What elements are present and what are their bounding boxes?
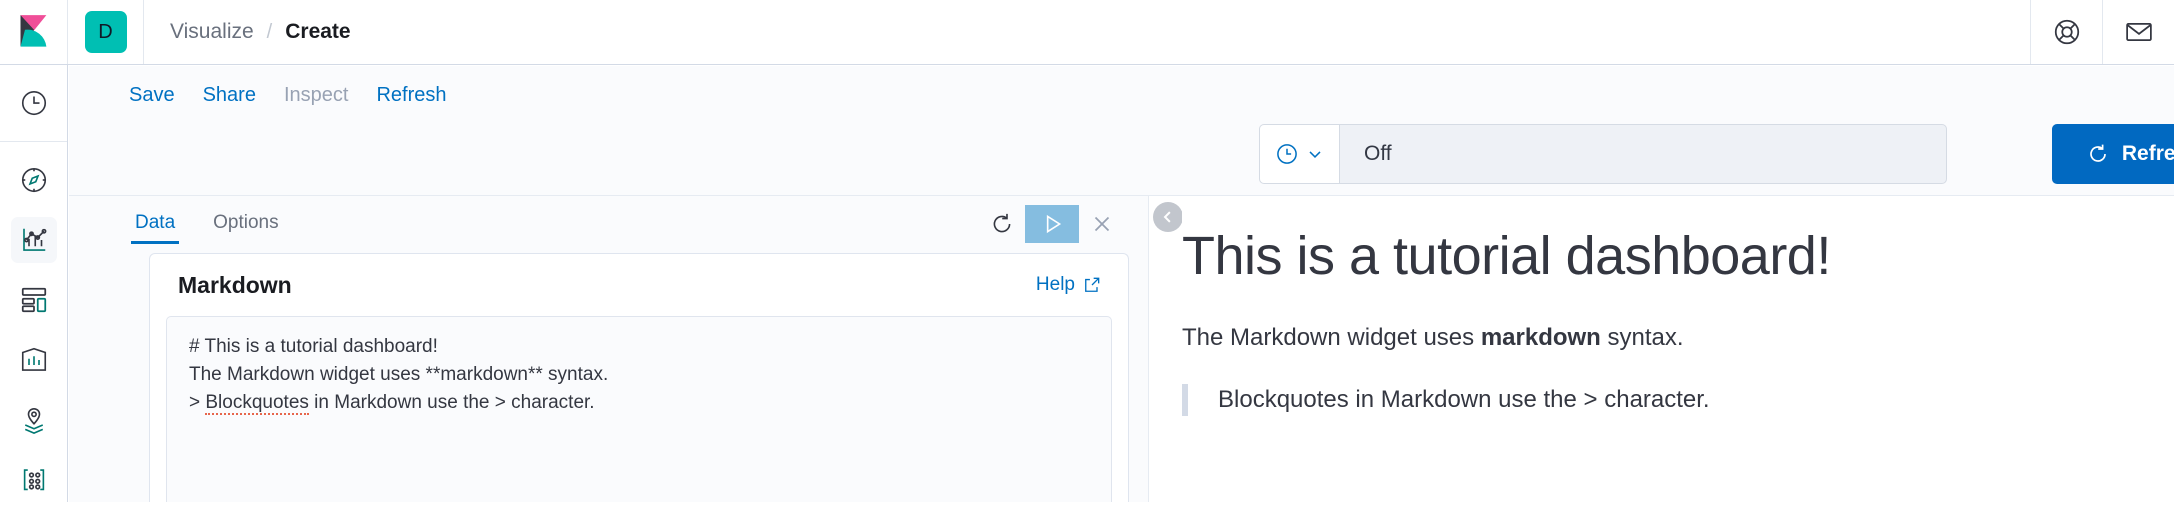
- preview-paragraph-bold: markdown: [1480, 324, 1601, 351]
- toolbar-actions: Save Share Inspect Refresh: [129, 84, 446, 107]
- breadcrumb-create: Create: [285, 20, 351, 43]
- visualize-app-toolbar: Save Share Inspect Refresh Off Refresh: [69, 66, 2174, 196]
- preview-paragraph: The Markdown widget uses markdown syntax…: [1182, 322, 2134, 354]
- map-pin-layers-icon: [24, 407, 43, 435]
- visualization-editor-panel: Data Options Markdown Help # This is a t…: [69, 196, 1149, 502]
- tab-options[interactable]: Options: [199, 196, 292, 250]
- sidebar-item-machine-learning[interactable]: [0, 450, 67, 510]
- refresh-icon: [993, 213, 1011, 233]
- clock-icon: [1277, 144, 1297, 164]
- kibana-logo: [20, 15, 46, 47]
- canvas-frame-icon: [21, 347, 46, 371]
- compass-icon: [21, 167, 46, 193]
- sidebar-item-canvas[interactable]: [0, 330, 67, 390]
- discard-changes-button[interactable]: [1079, 205, 1125, 243]
- editor-tabs: Data Options: [69, 196, 1149, 250]
- visualization-preview-panel: This is a tutorial dashboard! The Markdo…: [1182, 196, 2174, 502]
- nav-divider: [0, 141, 67, 142]
- time-picker: Off: [1259, 124, 1947, 184]
- sidebar-item-recently-viewed[interactable]: [0, 73, 67, 133]
- spellcheck-underline: Blockquotes: [205, 392, 309, 415]
- sidebar-item-maps[interactable]: [0, 390, 67, 450]
- reset-changes-button[interactable]: [979, 205, 1025, 243]
- machine-learning-icon: [23, 469, 44, 491]
- visualize-chart-icon: [22, 228, 46, 251]
- top-header-bar: D Visualize / Create: [0, 0, 2174, 65]
- sidebar-item-discover[interactable]: [0, 150, 67, 210]
- markdown-config-card: Markdown Help # This is a tutorial dashb…: [149, 253, 1129, 502]
- markdown-help-label: Help: [1035, 274, 1075, 295]
- markdown-source-text: # This is a tutorial dashboard! The Mark…: [189, 336, 609, 415]
- time-range-value[interactable]: Off: [1339, 124, 1947, 184]
- help-button[interactable]: [2030, 0, 2102, 64]
- markdown-card-header: Markdown Help: [150, 254, 1128, 316]
- sidebar-item-visualize[interactable]: [0, 210, 67, 270]
- refresh-icon: [2090, 144, 2106, 162]
- preview-paragraph-before: The Markdown widget uses: [1182, 324, 1481, 351]
- tab-data[interactable]: Data: [121, 196, 189, 250]
- breadcrumb-visualize[interactable]: Visualize: [170, 20, 254, 44]
- space-selector[interactable]: D: [68, 0, 144, 64]
- dashboard-grid-icon: [21, 287, 46, 313]
- kibana-home-link[interactable]: [0, 0, 68, 64]
- play-icon: [1046, 214, 1062, 234]
- space-avatar: D: [84, 11, 127, 53]
- preview-blockquote: Blockquotes in Markdown use the > charac…: [1182, 384, 2134, 416]
- clock-icon: [21, 90, 46, 116]
- save-button[interactable]: Save: [129, 84, 175, 107]
- tab-options-label: Options: [213, 212, 279, 233]
- close-icon: [1094, 216, 1110, 232]
- preview-paragraph-after: syntax.: [1600, 324, 1684, 351]
- refresh-button-label: Refresh: [2121, 142, 2174, 165]
- envelope-icon: [2125, 23, 2152, 41]
- markdown-card-title: Markdown: [178, 271, 292, 298]
- collapse-editor-button[interactable]: [1153, 202, 1183, 232]
- apply-changes-button[interactable]: [1025, 205, 1079, 243]
- news-feed-button[interactable]: [2102, 0, 2174, 64]
- external-link-icon: [1085, 277, 1100, 292]
- refresh-query-button[interactable]: Refresh: [2052, 124, 2174, 184]
- breadcrumb: Visualize / Create: [144, 0, 2030, 64]
- lifebuoy-icon: [2054, 19, 2079, 45]
- tab-data-label: Data: [135, 212, 176, 233]
- primary-navigation: [0, 65, 68, 502]
- share-button[interactable]: Share: [203, 84, 256, 107]
- preview-heading: This is a tutorial dashboard!: [1182, 226, 1831, 286]
- toolbar-refresh-button[interactable]: Refresh: [376, 84, 446, 107]
- top-header-actions: [2030, 0, 2174, 64]
- markdown-source-textarea[interactable]: # This is a tutorial dashboard! The Mark…: [166, 316, 1112, 502]
- breadcrumb-separator: /: [266, 20, 273, 43]
- quick-select-time-button[interactable]: [1259, 124, 1339, 184]
- chevron-down-icon: [1309, 151, 1321, 158]
- chevron-left-circle-icon: [1163, 211, 1171, 223]
- inspect-button: Inspect: [283, 84, 349, 106]
- markdown-help-link[interactable]: Help: [1036, 274, 1102, 296]
- sidebar-item-dashboard[interactable]: [0, 270, 67, 330]
- editor-action-buttons: [979, 205, 1125, 243]
